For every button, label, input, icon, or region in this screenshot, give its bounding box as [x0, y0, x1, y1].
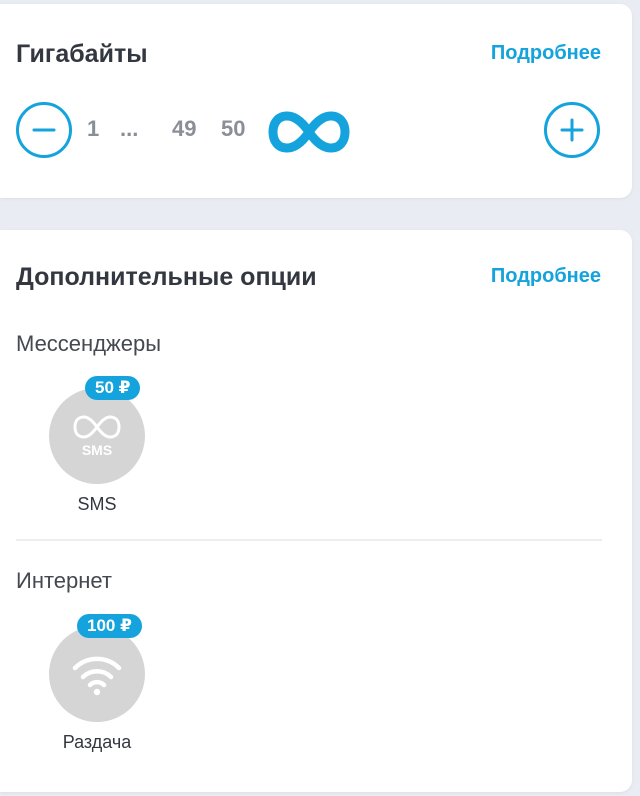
sms-icon-text: SMS	[81, 442, 113, 458]
sms-option-circle: SMS	[49, 388, 145, 484]
gigabytes-card: Гигабайты Подробнее 1 ... 49 50	[0, 4, 632, 198]
additional-options-card: Дополнительные опции Подробнее Мессендже…	[0, 230, 632, 792]
messengers-section-label: Мессенджеры	[16, 331, 162, 356]
tethering-option-label: Раздача	[62, 732, 132, 752]
gigabytes-more-link[interactable]: Подробнее	[491, 42, 601, 65]
increase-button[interactable]	[544, 102, 600, 158]
divider	[16, 539, 602, 541]
gb-option-50[interactable]: 50	[221, 116, 245, 142]
infinity-sms-icon	[73, 415, 121, 439]
tethering-option-circle	[49, 626, 145, 722]
wifi-icon	[72, 656, 122, 696]
sms-option-label: SMS	[77, 494, 117, 514]
minus-icon	[32, 128, 56, 132]
infinity-icon	[268, 111, 350, 153]
gb-option-49[interactable]: 49	[172, 116, 196, 142]
gb-option-1[interactable]: 1	[87, 116, 99, 142]
gb-ellipsis: ...	[120, 116, 139, 141]
decrease-button[interactable]	[16, 102, 72, 158]
tethering-price-badge: 100 ₽	[77, 614, 142, 638]
gb-option-unlimited[interactable]	[268, 110, 350, 159]
gigabytes-title: Гигабайты	[16, 40, 148, 68]
options-title: Дополнительные опции	[16, 263, 317, 291]
internet-section-label: Интернет	[16, 568, 112, 593]
options-more-link[interactable]: Подробнее	[491, 265, 601, 288]
sms-price-badge: 50 ₽	[85, 376, 141, 400]
plus-icon	[560, 118, 584, 142]
